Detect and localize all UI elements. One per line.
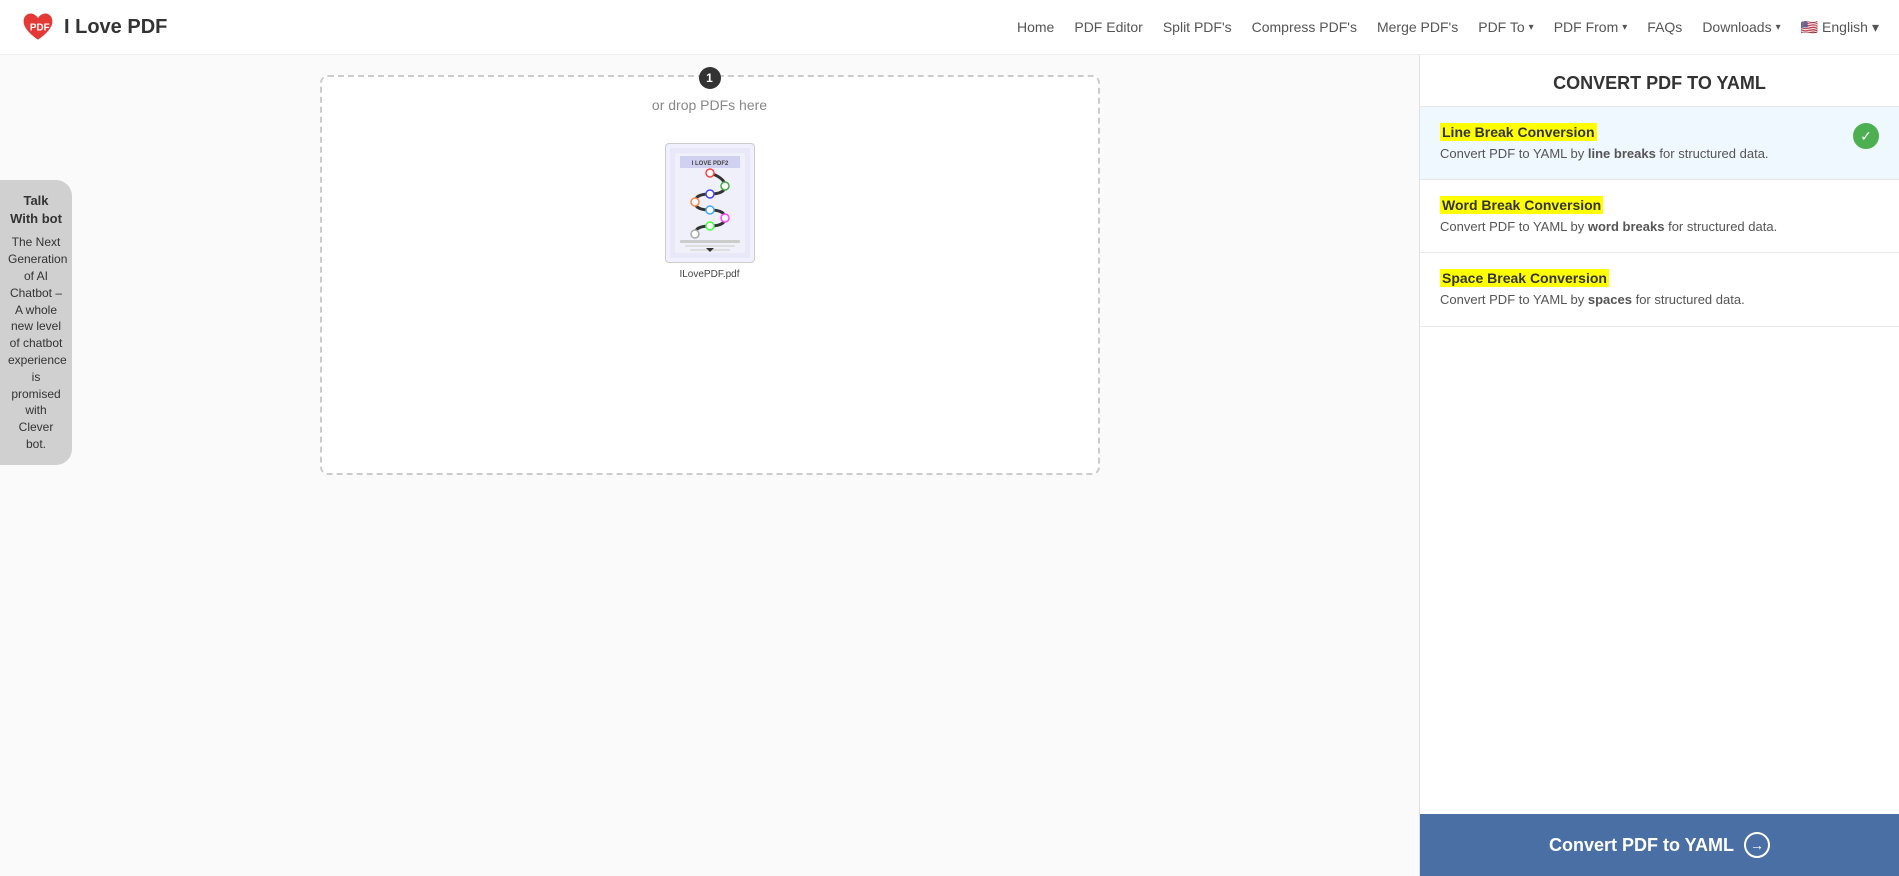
check-icon: ✓	[1853, 123, 1879, 149]
chevron-down-icon: ▾	[1776, 22, 1781, 33]
nav-home[interactable]: Home	[1017, 19, 1054, 35]
nav-split-pdfs[interactable]: Split PDF's	[1163, 19, 1232, 35]
drop-text: or drop PDFs here	[652, 97, 767, 113]
main-container: 1 or drop PDFs here I LOVE PDF2	[0, 55, 1899, 876]
nav-downloads[interactable]: Downloads ▾	[1702, 19, 1780, 35]
right-panel: CONVERT PDF TO YAML Line Break Conversio…	[1419, 55, 1899, 876]
option-item-word_break[interactable]: Word Break Conversion Convert PDF to YAML…	[1420, 180, 1899, 253]
nav-pdf-editor[interactable]: PDF Editor	[1074, 19, 1142, 35]
nav-pdf-to[interactable]: PDF To ▾	[1478, 19, 1533, 35]
conversion-options: Line Break Conversion Convert PDF to YAML…	[1420, 107, 1899, 814]
nav-pdf-from[interactable]: PDF From ▾	[1554, 19, 1628, 35]
option-title-line_break: Line Break Conversion	[1440, 123, 1597, 141]
logo-area[interactable]: PDF I Love PDF	[20, 9, 167, 45]
logo-text: I Love PDF	[64, 16, 167, 39]
right-panel-title: CONVERT PDF TO YAML	[1420, 55, 1899, 107]
logo-heart-icon: PDF	[20, 9, 56, 45]
pdf-preview-content: I LOVE PDF2	[670, 148, 750, 258]
nav-merge-pdfs[interactable]: Merge PDF's	[1377, 19, 1458, 35]
option-desc-line_break: Convert PDF to YAML by line breaks for s…	[1440, 145, 1843, 163]
chevron-down-icon: ▾	[1872, 19, 1879, 36]
nav-faqs[interactable]: FAQs	[1647, 19, 1682, 35]
file-count-badge: 1	[699, 67, 721, 89]
option-desc-space_break: Convert PDF to YAML by spaces for struct…	[1440, 291, 1879, 309]
option-item-space_break[interactable]: Space Break Conversion Convert PDF to YAM…	[1420, 253, 1899, 326]
option-title-space_break: Space Break Conversion	[1440, 269, 1609, 287]
pdf-file-name: ILovePDF.pdf	[679, 269, 739, 280]
chat-widget-title: Talk With bot	[8, 192, 64, 228]
option-desc-word_break: Convert PDF to YAML by word breaks for s…	[1440, 218, 1879, 236]
nav-compress-pdfs[interactable]: Compress PDF's	[1252, 19, 1357, 35]
svg-text:I LOVE PDF2: I LOVE PDF2	[691, 161, 728, 167]
pdf-preview-image: I LOVE PDF2	[665, 143, 755, 263]
chat-widget-description: The Next Generation of AI Chatbot – A wh…	[8, 234, 64, 452]
option-item-line_break[interactable]: Line Break Conversion Convert PDF to YAML…	[1420, 107, 1899, 180]
header: PDF I Love PDF Home PDF Editor Split PDF…	[0, 0, 1899, 55]
arrow-circle-icon: →	[1744, 832, 1770, 858]
main-nav: Home PDF Editor Split PDF's Compress PDF…	[1017, 19, 1879, 36]
pdf-upload-area[interactable]: 1 or drop PDFs here I LOVE PDF2	[0, 55, 1419, 876]
chevron-down-icon: ▾	[1529, 22, 1534, 33]
chat-widget[interactable]: Talk With bot The Next Generation of AI …	[0, 180, 72, 465]
svg-text:PDF: PDF	[30, 23, 50, 34]
option-title-word_break: Word Break Conversion	[1440, 196, 1603, 214]
convert-button[interactable]: Convert PDF to YAML →	[1420, 814, 1899, 876]
language-selector[interactable]: 🇺🇸 English ▾	[1801, 19, 1879, 36]
pdf-thumbnail: I LOVE PDF2	[665, 143, 755, 280]
upload-zone[interactable]: 1 or drop PDFs here I LOVE PDF2	[320, 75, 1100, 475]
chevron-down-icon: ▾	[1622, 22, 1627, 33]
flag-icon: 🇺🇸	[1801, 19, 1818, 36]
